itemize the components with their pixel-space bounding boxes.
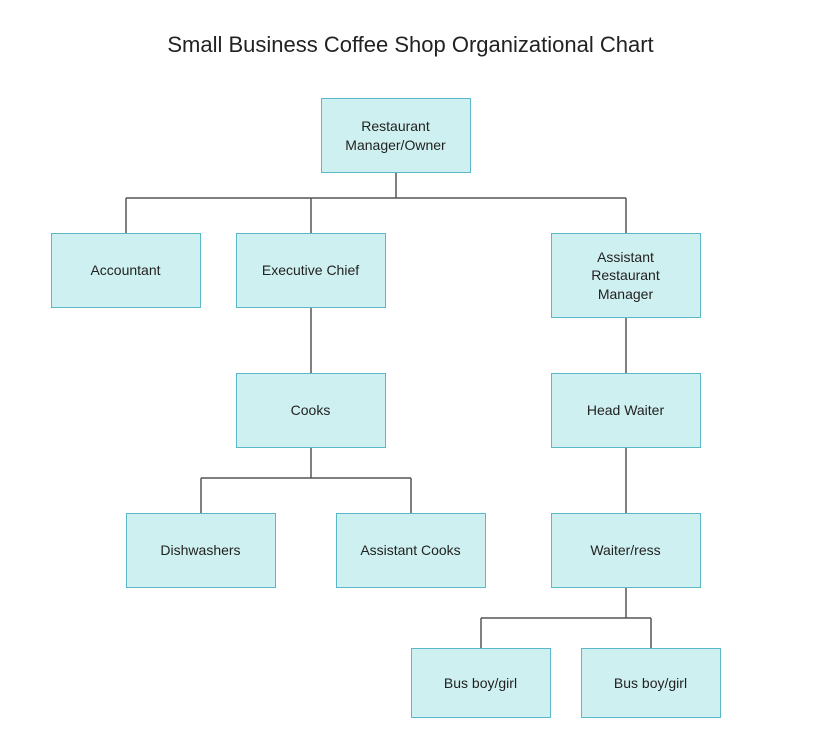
node-head-waiter: Head Waiter: [551, 373, 701, 448]
node-cooks: Cooks: [236, 373, 386, 448]
node-manager: RestaurantManager/Owner: [321, 98, 471, 173]
node-bus-boy-1: Bus boy/girl: [411, 648, 551, 718]
node-asst-cooks: Assistant Cooks: [336, 513, 486, 588]
node-bus-boy-2: Bus boy/girl: [581, 648, 721, 718]
org-chart: RestaurantManager/Owner Accountant Execu…: [21, 78, 801, 728]
node-accountant: Accountant: [51, 233, 201, 308]
page-title: Small Business Coffee Shop Organizationa…: [167, 32, 653, 58]
node-asst-manager: AssistantRestaurantManager: [551, 233, 701, 318]
node-dishwashers: Dishwashers: [126, 513, 276, 588]
node-exec-chief: Executive Chief: [236, 233, 386, 308]
node-waiter-ress: Waiter/ress: [551, 513, 701, 588]
